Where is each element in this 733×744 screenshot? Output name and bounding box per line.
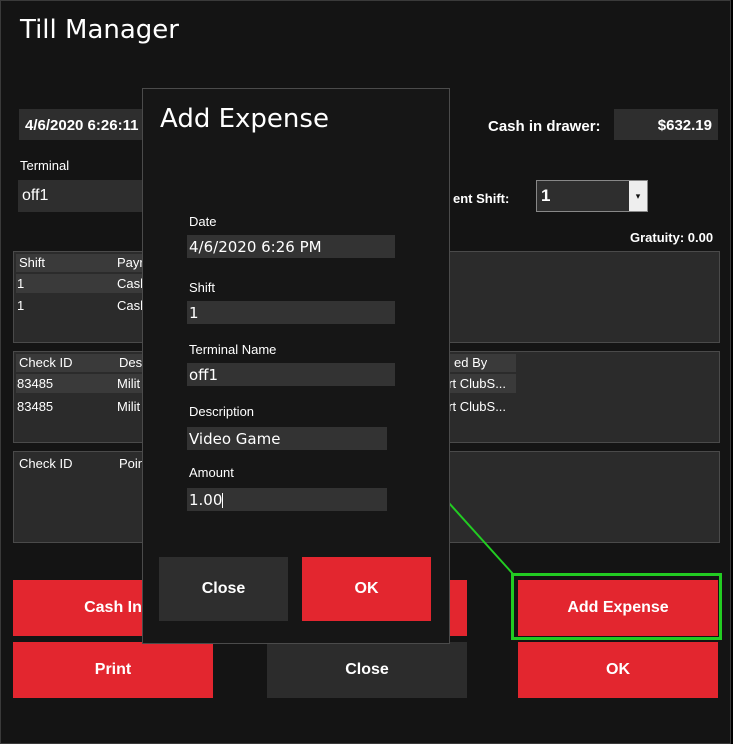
terminal-name-label: Terminal Name (189, 342, 277, 357)
dialog-close-button[interactable]: Close (159, 557, 288, 621)
add-expense-dialog: Add Expense Date 4/6/2020 6:26 PM Shift … (142, 88, 450, 644)
text-cursor (222, 493, 224, 508)
dialog-ok-button[interactable]: OK (302, 557, 431, 621)
date-input[interactable]: 4/6/2020 6:26 PM (187, 235, 395, 258)
amount-label: Amount (189, 465, 234, 480)
description-label: Description (189, 404, 255, 419)
shift-label: Shift (189, 280, 216, 295)
amount-value: 1.00 (189, 491, 223, 509)
date-label: Date (189, 214, 217, 229)
amount-input[interactable]: 1.00 (187, 488, 387, 511)
description-input[interactable]: Video Game (187, 427, 387, 450)
dialog-title: Add Expense (160, 104, 329, 134)
terminal-name-input[interactable]: off1 (187, 363, 395, 386)
shift-input[interactable]: 1 (187, 301, 395, 324)
